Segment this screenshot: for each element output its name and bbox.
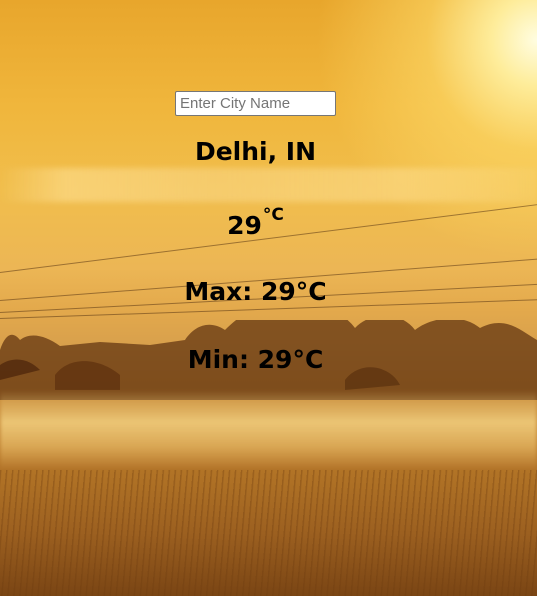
max-temperature: Max: 29°C [184, 277, 327, 306]
background-mist [0, 390, 537, 470]
background-cloud-band [0, 168, 537, 202]
city-search-input[interactable] [175, 91, 336, 116]
background-grass [0, 470, 537, 596]
min-temperature: Min: 29°C [187, 345, 324, 374]
temperature-unit: °C [262, 205, 284, 225]
current-temperature: 29°C [0, 205, 511, 240]
location-label: Delhi, IN [194, 137, 317, 166]
temperature-value: 29 [227, 211, 262, 240]
